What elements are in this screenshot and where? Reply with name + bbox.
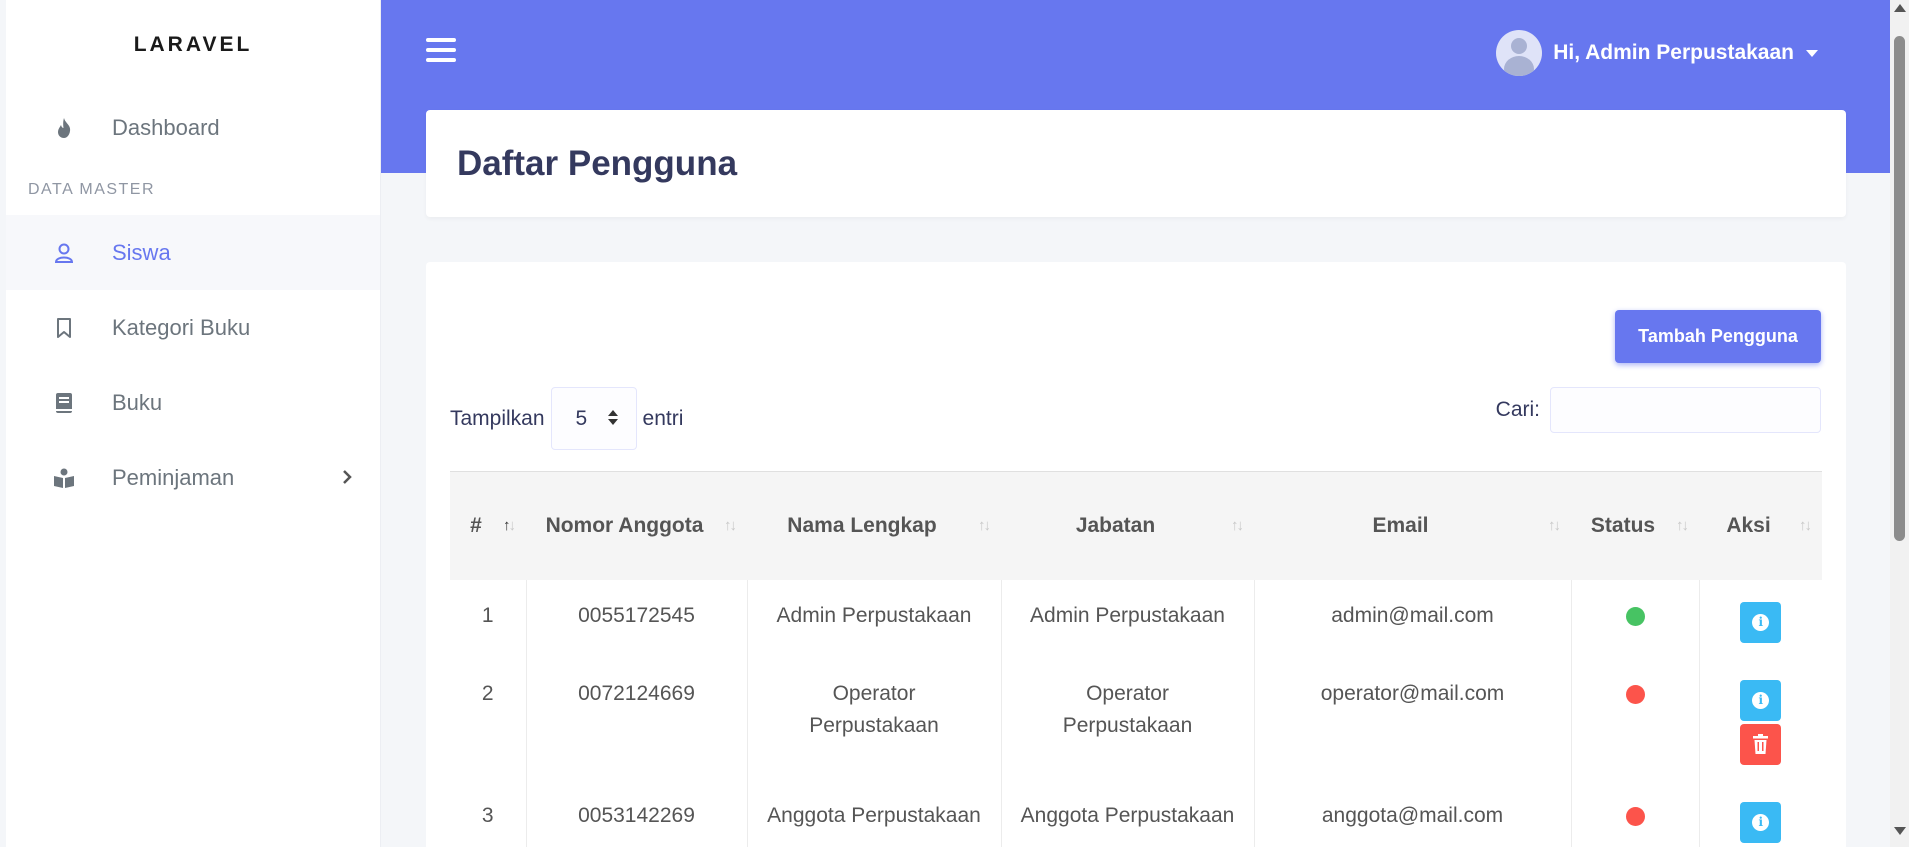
search-input[interactable]: [1550, 387, 1821, 433]
table-row: 2 0072124669 Operator Perpustakaan Opera…: [450, 657, 1822, 780]
column-header-email[interactable]: Email ↑↓: [1254, 471, 1571, 580]
cell-status: [1571, 779, 1700, 847]
table-row: 3 0053142269 Anggota Perpustakaan Anggot…: [450, 779, 1822, 847]
cell-email: operator@mail.com: [1254, 657, 1572, 780]
cell-status: [1571, 579, 1700, 658]
cell-nomor-anggota: 0053142269: [526, 779, 748, 847]
scrollbar-thumb[interactable]: [1894, 36, 1905, 541]
cell-email: anggota@mail.com: [1254, 779, 1572, 847]
section-header-data-master: DATA MASTER: [28, 181, 156, 198]
sidebar-item-label: Dashboard: [112, 114, 220, 140]
info-icon: i: [1752, 613, 1770, 631]
bookmark-icon: [46, 317, 82, 338]
cell-nama-lengkap: Operator Perpustakaan: [747, 657, 1002, 780]
status-inactive-indicator: [1625, 684, 1645, 704]
cell-nama-lengkap: Anggota Perpustakaan: [747, 779, 1002, 847]
fire-icon: [46, 117, 82, 138]
add-user-button[interactable]: Tambah Pengguna: [1615, 310, 1821, 363]
brand-logo[interactable]: LARAVEL: [6, 0, 380, 90]
status-inactive-indicator: [1625, 806, 1645, 826]
sidebar-item-label: Buku: [112, 389, 163, 415]
sidebar-item-label: Siswa: [112, 239, 171, 265]
cell-jabatan: Operator Perpustakaan: [1001, 657, 1255, 780]
cell-jabatan: Anggota Perpustakaan: [1001, 779, 1255, 847]
cell-aksi: i: [1699, 780, 1822, 847]
column-header-jabatan[interactable]: Jabatan ↑↓: [1001, 471, 1254, 580]
info-icon: i: [1752, 813, 1770, 831]
search-label: Cari:: [1495, 398, 1540, 421]
scroll-up-icon[interactable]: [1894, 4, 1906, 12]
cell-aksi: i: [1699, 580, 1822, 658]
column-header-no[interactable]: # ↑↓: [450, 471, 526, 580]
book-icon: [46, 392, 82, 413]
book-reader-icon: [46, 468, 82, 488]
caret-down-icon: [1806, 49, 1818, 57]
detail-button[interactable]: i: [1740, 601, 1782, 643]
sort-icon: ↑↓: [503, 516, 516, 534]
sort-icon: ↑↓: [1548, 516, 1561, 534]
user-greeting: Hi, Admin Perpustakaan: [1553, 41, 1794, 64]
cell-nomor-anggota: 0055172545: [526, 579, 748, 658]
sidebar-item-label: Kategori Buku: [112, 314, 251, 340]
entries-length: Tampilkan 5 entri: [450, 387, 683, 450]
column-header-aksi[interactable]: Aksi ↑↓: [1699, 471, 1822, 580]
cell-email: admin@mail.com: [1254, 579, 1572, 658]
sort-select-icon: [607, 410, 618, 425]
scroll-down-icon[interactable]: [1894, 827, 1906, 835]
sidebar-item-label: Peminjaman: [112, 464, 235, 490]
cell-no: 2: [450, 657, 527, 780]
cell-jabatan: Admin Perpustakaan: [1001, 579, 1255, 658]
table-header-row: # ↑↓ Nomor Anggota ↑↓ Nama Lengkap ↑↓ Jabat…: [450, 471, 1822, 580]
cell-nomor-anggota: 0072124669: [526, 657, 748, 780]
trash-icon: [1753, 733, 1769, 757]
sort-icon: ↑↓: [1799, 516, 1812, 534]
cell-nama-lengkap: Admin Perpustakaan: [747, 579, 1002, 658]
chevron-right-icon: [342, 465, 352, 491]
sidebar: LARAVEL Dashboard DATA MASTER Siswa Kate…: [6, 0, 381, 847]
show-label: Tampilkan: [450, 406, 545, 430]
page-header: Daftar Pengguna: [426, 110, 1846, 217]
table-row: 1 0055172545 Admin Perpustakaan Admin Pe…: [450, 579, 1822, 658]
sort-icon: ↑↓: [1676, 516, 1689, 534]
page-title: Daftar Pengguna: [457, 143, 738, 183]
sidebar-item-siswa[interactable]: Siswa: [6, 215, 380, 290]
sidebar-item-dashboard[interactable]: Dashboard: [6, 90, 380, 165]
entries-value: 5: [575, 406, 588, 430]
sort-icon: ↑↓: [1231, 516, 1244, 534]
entries-label: entri: [642, 406, 684, 430]
search-box: Cari:: [1496, 387, 1821, 433]
sort-icon: ↑↓: [724, 516, 737, 534]
users-table: # ↑↓ Nomor Anggota ↑↓ Nama Lengkap ↑↓ Jabat…: [450, 471, 1822, 847]
cell-no: 3: [450, 779, 527, 847]
delete-button[interactable]: [1740, 723, 1782, 765]
avatar: [1496, 30, 1543, 76]
sidebar-item-buku[interactable]: Buku: [6, 365, 380, 440]
column-header-status[interactable]: Status ↑↓: [1571, 471, 1699, 580]
page-scrollbar[interactable]: [1890, 0, 1909, 847]
column-header-nomor-anggota[interactable]: Nomor Anggota ↑↓: [526, 471, 747, 580]
entries-select[interactable]: 5: [550, 387, 637, 450]
detail-button[interactable]: i: [1740, 801, 1782, 843]
users-card: Tambah Pengguna Tampilkan 5 entri Cari: …: [426, 262, 1846, 847]
cell-aksi: i: [1699, 658, 1822, 780]
sidebar-item-peminjaman[interactable]: Peminjaman: [6, 440, 380, 515]
menu-toggle-icon[interactable]: [426, 38, 456, 62]
column-header-nama-lengkap[interactable]: Nama Lengkap ↑↓: [747, 471, 1001, 580]
cell-no: 1: [450, 579, 527, 658]
info-icon: i: [1752, 691, 1770, 709]
sidebar-item-kategori-buku[interactable]: Kategori Buku: [6, 290, 380, 365]
user-dropdown[interactable]: Hi, Admin Perpustakaan: [1496, 30, 1818, 76]
detail-button[interactable]: i: [1740, 679, 1782, 721]
status-active-indicator: [1625, 606, 1645, 626]
sort-icon: ↑↓: [978, 516, 991, 534]
cell-status: [1571, 657, 1700, 780]
user-icon: [46, 243, 82, 263]
